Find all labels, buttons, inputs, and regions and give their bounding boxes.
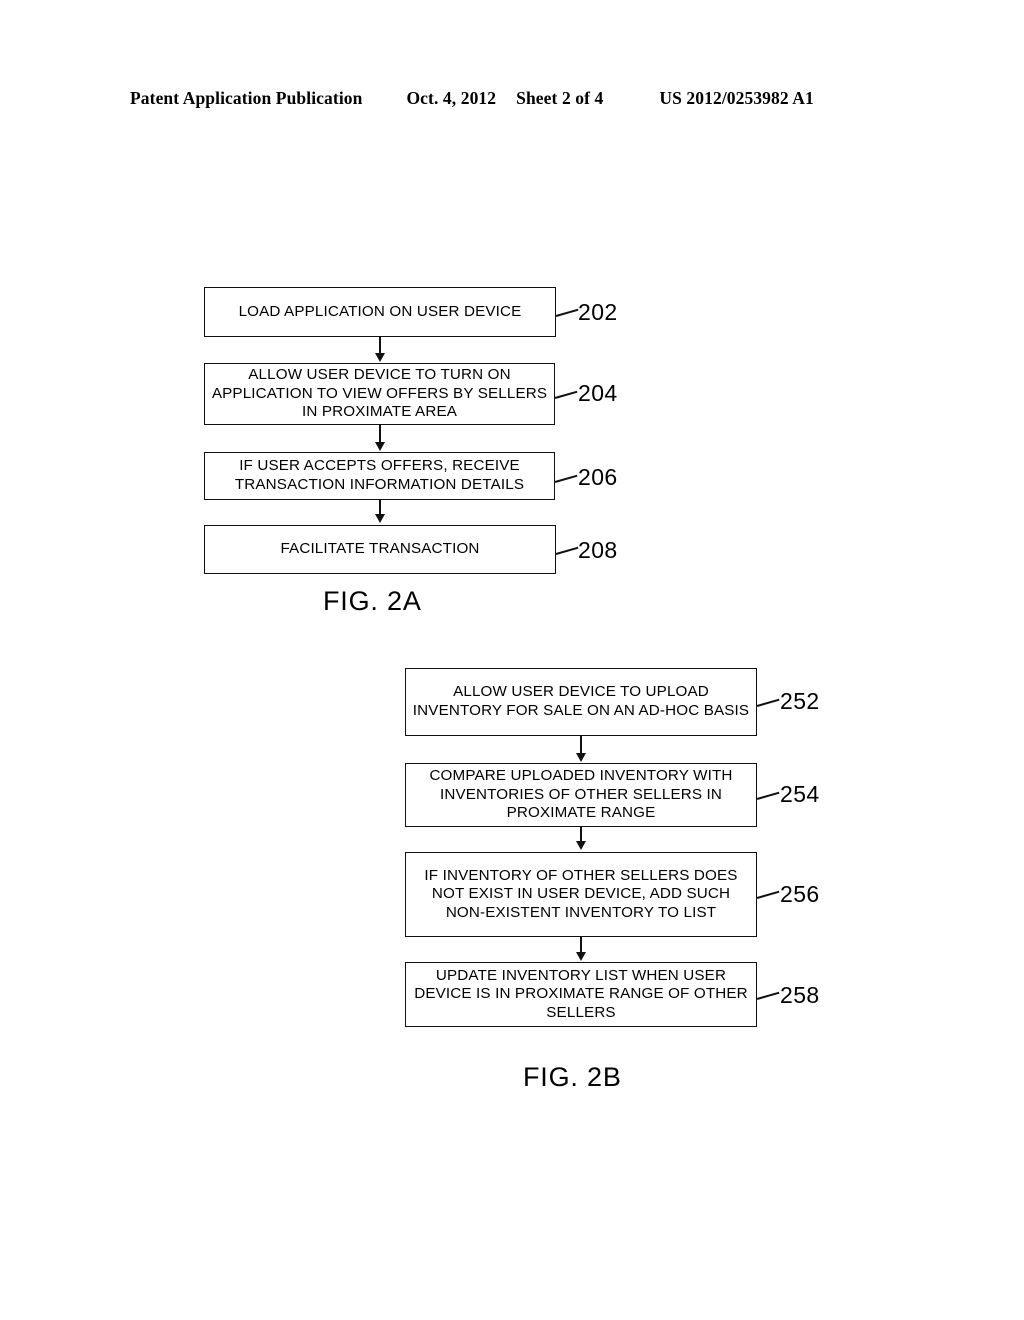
- flow-box-208-text: FACILITATE TRANSACTION: [280, 540, 480, 558]
- ref-num-256: 256: [780, 881, 820, 907]
- ref-lead-204: [554, 390, 578, 399]
- ref-lead-208: [555, 546, 579, 555]
- arrowhead-252-254: [576, 753, 586, 762]
- flow-box-202: LOAD APPLICATION ON USER DEVICE: [204, 287, 556, 337]
- ref-lead-252: [756, 698, 780, 707]
- ref-lead-258: [756, 991, 780, 1000]
- arrowhead-254-256: [576, 841, 586, 850]
- ref-lead-256: [756, 890, 780, 899]
- arrowhead-206-208: [375, 514, 385, 523]
- figure-2a-caption: FIG. 2A: [323, 586, 422, 616]
- flow-box-206: IF USER ACCEPTS OFFERS, RECEIVE TRANSACT…: [204, 452, 555, 500]
- flow-box-252-text: ALLOW USER DEVICE TO UPLOAD INVENTORY FO…: [412, 683, 750, 719]
- arrowhead-256-258: [576, 952, 586, 961]
- flow-box-254: COMPARE UPLOADED INVENTORY WITH INVENTOR…: [405, 763, 757, 827]
- flow-box-206-text: IF USER ACCEPTS OFFERS, RECEIVE TRANSACT…: [234, 457, 525, 493]
- flow-box-252: ALLOW USER DEVICE TO UPLOAD INVENTORY FO…: [405, 668, 757, 736]
- ref-num-258: 258: [780, 982, 820, 1008]
- ref-num-204: 204: [578, 380, 618, 406]
- page-header: Patent Application Publication Oct. 4, 2…: [130, 88, 894, 112]
- ref-lead-254: [756, 791, 780, 800]
- ref-num-208: 208: [578, 537, 618, 563]
- flow-box-208: FACILITATE TRANSACTION: [204, 525, 556, 574]
- flow-box-204: ALLOW USER DEVICE TO TURN ON APPLICATION…: [204, 363, 555, 425]
- header-date-label: Oct. 4, 2012: [406, 88, 497, 108]
- ref-num-252: 252: [780, 688, 820, 714]
- header-patent-number: US 2012/0253982 A1: [659, 88, 814, 108]
- ref-num-202: 202: [578, 299, 618, 325]
- ref-lead-202: [555, 308, 579, 317]
- arrowhead-202-204: [375, 353, 385, 362]
- flow-box-256: IF INVENTORY OF OTHER SELLERS DOES NOT E…: [405, 852, 757, 937]
- figure-2b-caption: FIG. 2B: [523, 1062, 622, 1092]
- flow-box-204-text: ALLOW USER DEVICE TO TURN ON APPLICATION…: [211, 366, 548, 421]
- flow-box-258: UPDATE INVENTORY LIST WHEN USER DEVICE I…: [405, 962, 757, 1027]
- header-sheet-label: Sheet 2 of 4: [516, 88, 604, 108]
- ref-num-206: 206: [578, 464, 618, 490]
- flow-box-258-text: UPDATE INVENTORY LIST WHEN USER DEVICE I…: [414, 966, 748, 1021]
- flow-box-256-text: IF INVENTORY OF OTHER SELLERS DOES NOT E…: [424, 866, 738, 921]
- header-publication-label: Patent Application Publication: [130, 88, 363, 108]
- ref-num-254: 254: [780, 781, 820, 807]
- flow-box-202-text: LOAD APPLICATION ON USER DEVICE: [238, 302, 522, 320]
- arrowhead-204-206: [375, 442, 385, 451]
- flow-box-254-text: COMPARE UPLOADED INVENTORY WITH INVENTOR…: [429, 767, 733, 822]
- ref-lead-206: [554, 474, 578, 483]
